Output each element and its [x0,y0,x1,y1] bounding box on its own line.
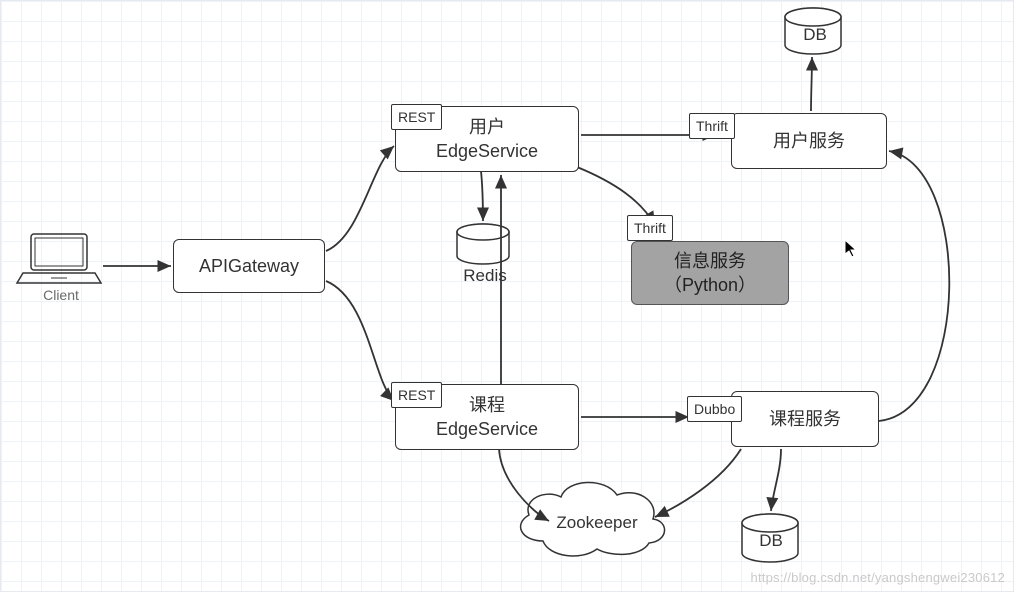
rest-tag-course: REST [391,382,442,408]
redis-cylinder-icon [457,224,509,264]
watermark-text: https://blog.csdn.net/yangshengwei230612 [751,570,1005,585]
diagram-canvas: Client APIGateway 用户 EdgeService REST 课程… [0,0,1014,592]
svg-layer [1,1,1014,592]
course-service-label: 课程服务 [769,407,841,431]
api-gateway-box: APIGateway [173,239,325,293]
rest-tag-user: REST [391,104,442,130]
dubbo-tag: Dubbo [687,396,742,422]
client-label: Client [41,287,81,303]
user-service-label: 用户服务 [773,129,845,153]
laptop-icon [17,234,101,283]
zookeeper-label: Zookeeper [549,513,645,533]
cursor-icon [844,239,858,259]
course-edgeservice-label: 课程 EdgeService [436,393,538,442]
thrift-tag-user: Thrift [689,113,735,139]
redis-label: Redis [461,266,509,286]
api-gateway-label: APIGateway [199,254,299,278]
info-service-box: 信息服务 （Python） [631,241,789,305]
db-top-label: DB [801,25,829,45]
user-edgeservice-label: 用户 EdgeService [436,115,538,164]
course-service-box: 课程服务 [731,391,879,447]
db-bottom-label: DB [757,531,785,551]
thrift-tag-info: Thrift [627,215,673,241]
info-service-label: 信息服务 （Python） [664,249,756,298]
user-service-box: 用户服务 [731,113,887,169]
